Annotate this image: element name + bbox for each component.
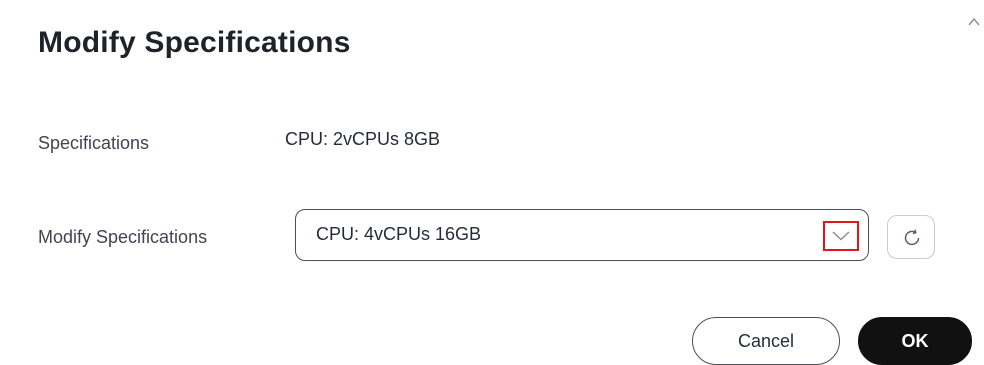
dialog-title: Modify Specifications	[38, 26, 351, 59]
specifications-select[interactable]: CPU: 4vCPUs 16GB	[295, 209, 869, 261]
current-specifications-value: CPU: 2vCPUs 8GB	[285, 129, 441, 149]
ok-button[interactable]: OK	[858, 317, 972, 365]
modify-specifications-dialog: Modify Specifications Specifications CPU…	[0, 0, 984, 365]
chevron-down-icon	[832, 231, 850, 241]
cancel-button[interactable]: Cancel	[692, 317, 840, 365]
chevron-up-icon[interactable]	[968, 14, 980, 26]
current-specifications-label: Specifications	[38, 133, 150, 153]
dropdown-toggle[interactable]	[823, 221, 859, 251]
specifications-select-value: CPU: 4vCPUs 16GB	[316, 224, 482, 244]
refresh-icon	[904, 229, 920, 246]
modify-specifications-label: Modify Specifications	[38, 227, 208, 247]
refresh-button[interactable]	[887, 215, 935, 259]
